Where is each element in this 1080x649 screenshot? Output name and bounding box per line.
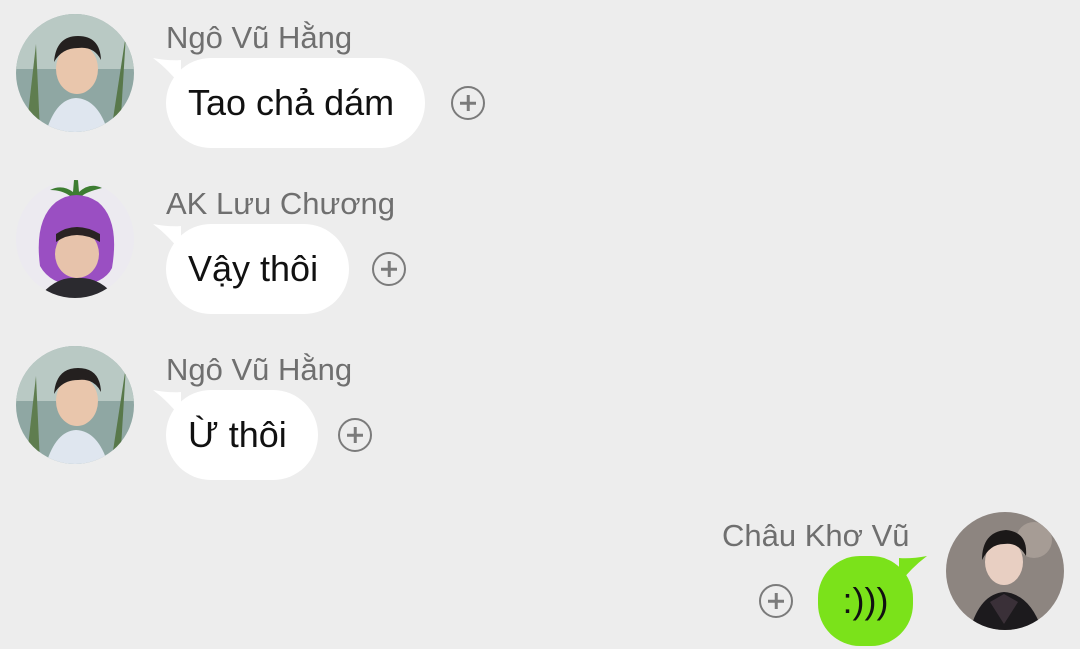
chat-screen: { "messages": [ { "sender": "Ngô Vũ Hằng… (0, 0, 1080, 649)
avatar[interactable] (946, 512, 1064, 630)
message-bubble[interactable]: :))) (818, 556, 913, 646)
message-bubble[interactable]: Ừ thôi (166, 390, 318, 480)
sender-name: Châu Khơ Vũ (722, 518, 910, 553)
avatar-photo (16, 180, 134, 298)
avatar[interactable] (16, 180, 134, 298)
message-bubble[interactable]: Tao chả dám (166, 58, 426, 148)
plus-circle-icon[interactable] (372, 252, 406, 286)
plus-circle-icon[interactable] (338, 418, 372, 452)
sender-name: Ngô Vũ Hằng (166, 352, 353, 387)
plus-circle-icon[interactable] (451, 86, 485, 120)
sender-name: Ngô Vũ Hằng (166, 20, 353, 55)
avatar-photo (16, 14, 134, 132)
sender-name: AK Lưu Chương (166, 186, 396, 221)
avatar[interactable] (16, 346, 134, 464)
plus-circle-icon[interactable] (759, 584, 793, 618)
avatar[interactable] (16, 14, 134, 132)
message-bubble[interactable]: Vậy thôi (166, 224, 350, 314)
avatar-photo (16, 346, 134, 464)
avatar-photo (946, 512, 1064, 630)
